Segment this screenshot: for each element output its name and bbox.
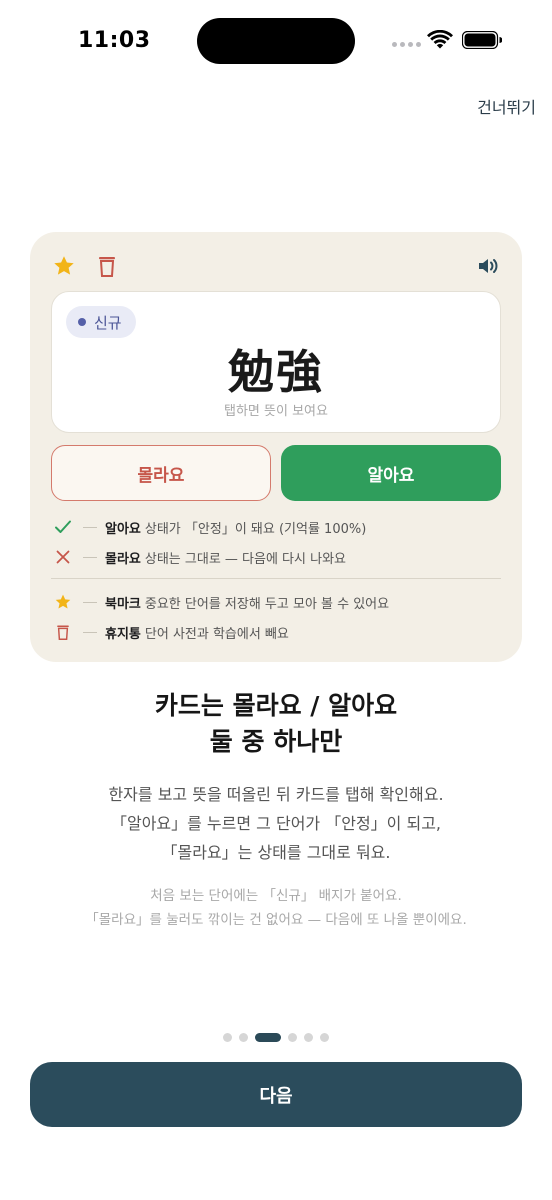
speaker-icon[interactable]	[476, 254, 500, 278]
legend-row-trash: 휴지통 단어 사전과 학습에서 빼요	[51, 617, 501, 647]
body-line: 한자를 보고 뜻을 떠올린 뒤 카드를 탭해 확인해요.	[108, 785, 444, 804]
tap-hint: 탭하면 뜻이 보여요	[224, 404, 328, 419]
legend-actions: 북마크 중요한 단어를 저장해 두고 모아 볼 수 있어요 휴지통 단어 사전과…	[51, 587, 501, 647]
legend-answers: 알아요 상태가 「안정」이 돼요 (기억률 100%) 몰라요 상태는 그대로 …	[51, 512, 501, 572]
page-dot	[239, 1033, 248, 1042]
badge-label: 신규	[94, 313, 122, 332]
body-line: 「알아요」를 누르면 그 단어가 「안정」이 되고,	[110, 814, 442, 833]
new-badge: 신규	[66, 306, 136, 338]
legend-dash	[83, 556, 97, 558]
legend-key: 알아요	[105, 521, 141, 537]
trash-icon[interactable]	[96, 254, 118, 278]
page-dot	[288, 1033, 297, 1042]
star-icon[interactable]	[52, 254, 76, 278]
legend-divider	[51, 578, 501, 579]
body-line: 「몰라요」는 상태를 그대로 둬요.	[161, 843, 391, 862]
trash-icon	[53, 622, 73, 642]
legend-desc: 상태는 그대로 — 다음에 다시 나와요	[144, 551, 346, 567]
legend-row-known: 알아요 상태가 「안정」이 돼요 (기억률 100%)	[51, 512, 501, 542]
sub-note: 처음 보는 단어에는 「신규」 배지가 붙어요. 「몰라요」를 눌러도 깎이는 …	[0, 884, 552, 932]
known-button[interactable]: 알아요	[281, 445, 501, 501]
legend-row-bookmark: 북마크 중요한 단어를 저장해 두고 모아 볼 수 있어요	[51, 587, 501, 617]
headline-line: 둘 중 하나만	[209, 727, 343, 756]
page-dot	[304, 1033, 313, 1042]
dynamic-island	[197, 18, 355, 64]
legend-dash	[83, 631, 97, 633]
skip-button[interactable]: 건너뛰기	[477, 94, 536, 118]
page-dot-active	[255, 1033, 281, 1042]
legend-desc: 단어 사전과 학습에서 빼요	[144, 626, 289, 642]
word-hanja: 勉強	[228, 345, 324, 399]
sub-line: 처음 보는 단어에는 「신규」 배지가 붙어요.	[150, 888, 402, 904]
badge-dot	[78, 318, 86, 326]
page-dot	[320, 1033, 329, 1042]
page-indicator	[0, 1033, 552, 1042]
legend-desc: 중요한 단어를 저장해 두고 모아 볼 수 있어요	[144, 596, 390, 612]
battery-icon	[462, 31, 502, 49]
sub-line: 「몰라요」를 눌러도 깎이는 건 없어요 — 다음에 또 나올 뿐이에요.	[85, 912, 467, 928]
unknown-button[interactable]: 몰라요	[51, 445, 271, 501]
wifi-icon	[427, 30, 453, 49]
legend-dash	[83, 526, 97, 528]
legend-key: 몰라요	[105, 551, 141, 567]
check-icon	[53, 517, 73, 537]
example-card: 신규 勉強 탭하면 뜻이 보여요 몰라요 알아요 알아요 상태가 「안정」이 돼…	[30, 232, 522, 662]
status-time: 11:03	[78, 28, 151, 53]
legend-dash	[83, 601, 97, 603]
body-text: 한자를 보고 뜻을 떠올린 뒤 카드를 탭해 확인해요. 「알아요」를 누르면 …	[0, 780, 552, 867]
headline-line: 카드는 몰라요 / 알아요	[154, 691, 398, 720]
status-bar: 11:03	[0, 0, 552, 82]
star-icon	[53, 592, 73, 612]
next-button[interactable]: 다음	[30, 1062, 522, 1127]
cellular-signal-icon	[392, 42, 421, 47]
word-panel[interactable]: 신규 勉強 탭하면 뜻이 보여요	[51, 291, 501, 433]
legend-desc: 상태가 「안정」이 돼요 (기억률 100%)	[144, 521, 367, 537]
legend-row-unknown: 몰라요 상태는 그대로 — 다음에 다시 나와요	[51, 542, 501, 572]
page-dot	[223, 1033, 232, 1042]
legend-key: 북마크	[105, 596, 141, 612]
legend-key: 휴지통	[105, 626, 141, 642]
x-icon	[53, 547, 73, 567]
card-toolbar	[30, 232, 522, 292]
headline: 카드는 몰라요 / 알아요 둘 중 하나만	[0, 688, 552, 760]
